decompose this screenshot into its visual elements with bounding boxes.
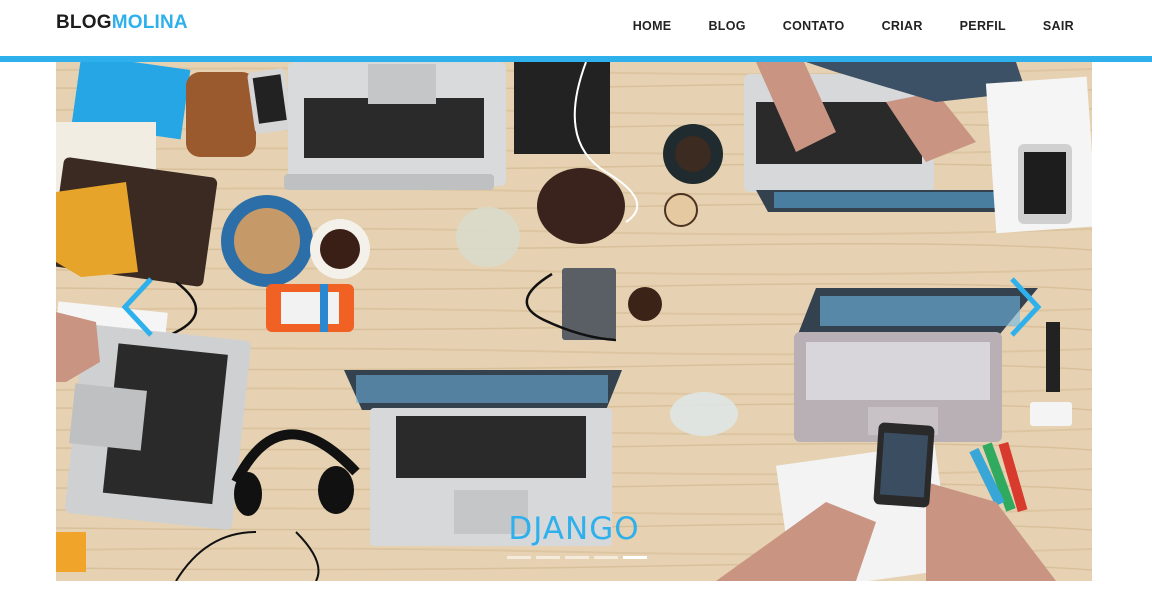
carousel-indicator[interactable] xyxy=(506,556,531,559)
carousel-prev-button[interactable] xyxy=(111,267,171,347)
brand-part-2: MOLINA xyxy=(111,12,188,33)
hero-carousel: DJANGO xyxy=(56,62,1092,581)
nav-criar[interactable]: CRIAR xyxy=(882,19,923,33)
carousel-indicator[interactable] xyxy=(564,556,589,559)
nav-sair[interactable]: SAIR xyxy=(1043,19,1074,33)
carousel-indicator[interactable] xyxy=(593,556,618,559)
nav-contato[interactable]: CONTATO xyxy=(783,19,845,33)
nav-perfil[interactable]: PERFIL xyxy=(960,19,1006,33)
main-nav: HOME BLOG CONTATO CRIAR PERFIL SAIR xyxy=(596,19,1074,33)
nav-home[interactable]: HOME xyxy=(633,19,672,33)
carousel-indicator[interactable] xyxy=(535,556,560,559)
slide-image-workspace-desk xyxy=(56,62,1092,581)
carousel-indicator[interactable] xyxy=(622,556,647,559)
chevron-right-icon xyxy=(1010,277,1042,337)
nav-blog[interactable]: BLOG xyxy=(708,19,745,33)
brand-logo[interactable]: BLOGMOLINA xyxy=(56,12,188,34)
carousel-caption: DJANGO xyxy=(508,511,640,547)
brand-part-1: BLOG xyxy=(56,12,112,33)
chevron-left-icon xyxy=(121,277,153,337)
carousel-indicators xyxy=(504,556,649,559)
top-navbar: BLOGMOLINA HOME BLOG CONTATO CRIAR PERFI… xyxy=(0,0,1152,62)
carousel-next-button[interactable] xyxy=(992,267,1052,347)
